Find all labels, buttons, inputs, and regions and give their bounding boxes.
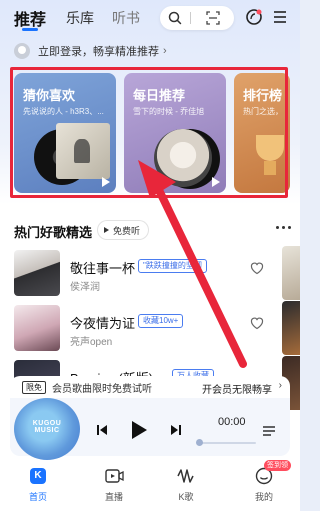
top-nav: 推荐 乐库 听书 xyxy=(0,0,300,36)
list-item[interactable]: 敬往事一杯 "跌跌撞撞的坚韧 侯泽润 xyxy=(0,246,300,308)
menu-icon[interactable] xyxy=(272,9,288,25)
tab-library[interactable]: 乐库 xyxy=(66,8,94,28)
heart-icon[interactable] xyxy=(249,260,265,276)
song-name: 敬往事一杯 xyxy=(70,261,136,276)
player-art-logo-text: KUGOU MUSIC xyxy=(32,420,62,434)
search-divider xyxy=(190,12,191,24)
song-name: 今夜情为证 xyxy=(70,316,136,331)
song-artist: 亮声open xyxy=(70,337,113,348)
song-tag: "跌跌撞撞的坚韧 xyxy=(138,259,207,273)
song-thumbnail xyxy=(14,305,60,351)
nav-live[interactable]: 直播 xyxy=(84,462,144,511)
sign-in-badge: 签到领 xyxy=(264,460,291,471)
nav-home[interactable]: K 首页 xyxy=(8,462,68,511)
nav-karaoke[interactable]: K歌 xyxy=(156,462,216,511)
nav-label: K歌 xyxy=(178,492,194,502)
vip-promo-bar[interactable]: 限免 会员歌曲限时免费试听 开会员无限畅享 › xyxy=(10,376,290,398)
heart-icon[interactable] xyxy=(249,315,265,331)
login-prompt[interactable]: 立即登录，畅享精准推荐 › xyxy=(14,42,167,60)
active-tab-indicator xyxy=(22,28,38,31)
chevron-right-icon: › xyxy=(163,45,167,57)
song-tag: 收藏10w+ xyxy=(138,314,184,328)
song-artist: 侯泽润 xyxy=(70,282,100,293)
search-icon[interactable] xyxy=(168,11,182,25)
search-box[interactable] xyxy=(160,6,234,30)
progress-knob[interactable] xyxy=(196,439,203,446)
playlist-icon[interactable] xyxy=(262,425,276,437)
open-vip-link[interactable]: 开会员无限畅享 xyxy=(202,381,272,396)
list-item[interactable]: 今夜情为证 收藏10w+ 亮声open xyxy=(0,301,300,363)
song-thumbnail xyxy=(14,250,60,296)
listen-recognize-icon[interactable] xyxy=(245,8,263,26)
login-text: 立即登录，畅享精准推荐 xyxy=(38,46,159,58)
next-icon[interactable] xyxy=(170,424,182,436)
side-album-art xyxy=(282,246,300,300)
vip-promo-text: 会员歌曲限时免费试听 xyxy=(52,383,152,395)
play-icon[interactable] xyxy=(130,420,148,440)
live-icon xyxy=(105,469,124,483)
nav-label: 首页 xyxy=(28,492,47,502)
section-title: 热门好歌精选 xyxy=(14,225,93,240)
free-listen-button[interactable]: 免费听 xyxy=(98,221,149,239)
nav-label: 我的 xyxy=(254,492,273,502)
nav-profile[interactable]: 签到领 我的 xyxy=(234,460,294,511)
nav-label: 直播 xyxy=(104,492,123,502)
free-listen-label: 免费听 xyxy=(113,225,141,236)
chevron-right-icon: › xyxy=(278,380,282,391)
app-screen: 推荐 乐库 听书 立即登录，畅享精准推荐 › 猜你喜欢 先说说的人 - h3R3… xyxy=(0,0,300,511)
karaoke-icon xyxy=(177,469,194,483)
play-icon xyxy=(104,227,109,233)
progress-bar[interactable] xyxy=(200,442,256,444)
more-icon[interactable] xyxy=(276,226,291,229)
playback-time: 00:00 xyxy=(218,416,246,428)
bottom-nav: K 首页 直播 K歌 签到领 我的 xyxy=(0,460,300,511)
avatar xyxy=(14,43,30,59)
home-icon: K xyxy=(30,468,46,484)
tab-audiobook[interactable]: 听书 xyxy=(112,8,140,28)
side-album-art xyxy=(282,301,300,355)
limited-free-badge: 限免 xyxy=(22,380,46,394)
previous-icon[interactable] xyxy=(96,424,108,436)
annotation-highlight-box xyxy=(10,67,288,198)
tab-recommend[interactable]: 推荐 xyxy=(14,6,46,30)
mini-player[interactable]: KUGOU MUSIC 00:00 xyxy=(10,398,290,460)
scan-icon[interactable] xyxy=(206,11,220,25)
